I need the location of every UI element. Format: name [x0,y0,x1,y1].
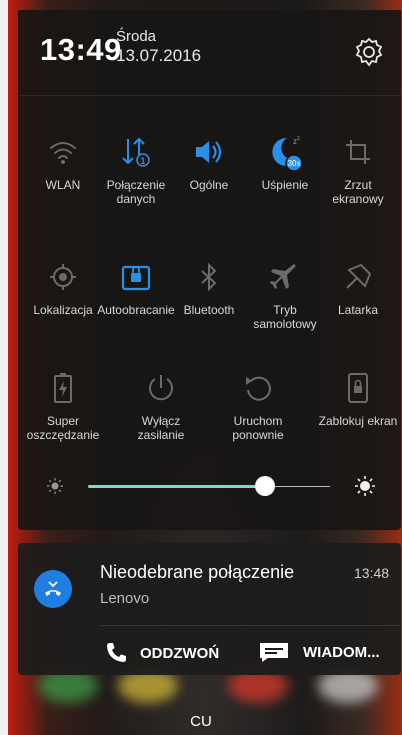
call-back-label: ODDZWOŃ [140,644,220,662]
tile-sound[interactable]: Ogólne [169,132,249,192]
clock: 13:49 [40,32,122,67]
volume-icon [196,141,222,163]
battery-saver-icon [54,373,72,403]
brightness-slider[interactable] [18,470,401,500]
wifi-icon [50,142,76,164]
tile-airplane-mode[interactable]: Tryb samolotowy [245,257,325,331]
tile-auto-rotate[interactable]: Autoobracanie [96,257,176,317]
missed-call-avatar [34,570,72,608]
tile-label: Ogólne [189,178,229,192]
restart-icon [246,376,271,401]
tile-label: Uśpienie [261,178,309,192]
sleep-icon: z z 30s [272,136,303,172]
tile-label: Wyłącz zasilanie [137,414,185,442]
power-icon [149,375,173,401]
tile-label: Połączenie danych [106,178,166,206]
tile-super-saver[interactable]: Super oszczędzanie [23,368,103,442]
tile-label: Zrzut ekranowy [332,178,384,206]
tile-label: Uruchom ponownie [232,414,284,442]
day-of-week: Środa [116,28,157,45]
message-button[interactable]: WIADOM... [259,641,380,663]
brightness-high-icon [355,476,375,496]
call-back-button[interactable]: ODDZWOŃ [104,641,219,665]
location-icon [50,264,76,290]
tile-screenshot[interactable]: Zrzut ekranowy [318,132,398,206]
gear-icon [355,37,383,67]
missed-call-notification[interactable]: Nieodebrane połączenie 13:48 Lenovo ODDZ… [18,543,401,675]
message-icon [260,643,288,662]
crop-icon [346,140,370,164]
notification-title: Nieodebrane połączenie [100,562,295,582]
tile-label: Latarka [337,303,379,317]
tile-label: Lokalizacja [33,303,93,317]
flashlight-icon [346,263,372,289]
brightness-track-filled [88,485,265,488]
tile-power-off[interactable]: Wyłącz zasilanie [121,368,201,442]
airplane-icon [270,264,296,289]
tile-data-connection[interactable]: 1 Połączenie danych [96,132,176,206]
brightness-low-icon [47,478,63,494]
quick-settings-panel: 13:49 Środa 13.07.2016 WLAN 1 Połączenie… [18,10,401,530]
phone-icon [107,643,126,662]
tile-bluetooth[interactable]: Bluetooth [169,257,249,317]
tile-lock-screen[interactable]: Zablokuj ekran [318,368,398,428]
tile-label: WLAN [45,178,81,192]
tile-flashlight[interactable]: Latarka [318,257,398,317]
bluetooth-icon [201,262,217,292]
brightness-thumb[interactable] [254,476,275,496]
lock-screen-icon [348,373,368,403]
missed-call-icon [45,581,61,596]
auto-rotate-icon [121,265,151,291]
carrier-label: CU [190,713,212,730]
tile-label: Zablokuj ekran [318,414,398,428]
date: 13.07.2016 [116,46,202,65]
notification-time: 13:48 [354,565,390,581]
message-label: WIADOM... [303,643,380,661]
header-divider [18,95,401,96]
svg-text:1: 1 [140,156,145,166]
sleep-timeout-badge: 30s [288,159,301,168]
settings-button[interactable] [351,34,387,70]
tile-sleep[interactable]: z z 30s Uśpienie [245,132,325,192]
status-header: 13:49 Środa 13.07.2016 [18,10,401,95]
tile-location[interactable]: Lokalizacja [23,257,103,317]
svg-text:z: z [297,136,300,142]
tile-restart[interactable]: Uruchom ponownie [218,368,298,442]
tile-label: Autoobracanie [97,303,175,317]
tile-label: Tryb samolotowy [253,303,317,331]
tile-wlan[interactable]: WLAN [23,132,103,192]
tile-label: Super oszczędzanie [26,414,100,442]
notification-divider [100,625,401,626]
notification-subtitle: Lenovo [100,590,150,607]
tile-label: Bluetooth [183,303,235,317]
data-connection-icon: 1 [122,137,150,167]
